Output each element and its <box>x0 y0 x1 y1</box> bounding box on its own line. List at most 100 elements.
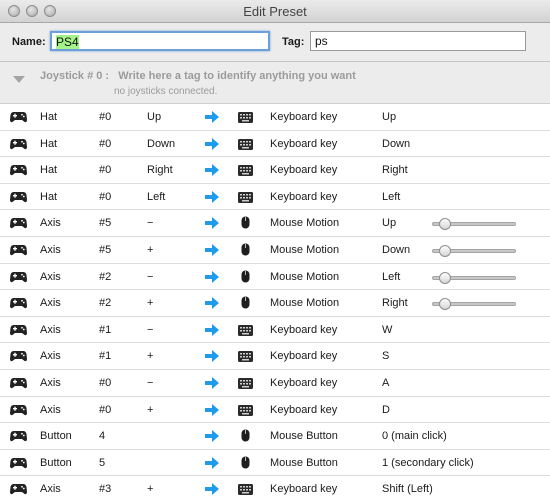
mapping-row[interactable]: Hat #0 Down Keyboard key Down <box>0 130 550 158</box>
mouse-icon <box>241 456 250 472</box>
input-direction: − <box>147 270 154 283</box>
output-type[interactable]: Mouse Motion <box>270 271 339 283</box>
slider-knob[interactable] <box>439 244 451 257</box>
keyboard-icon <box>238 351 253 365</box>
mouse-icon <box>241 429 250 445</box>
gamepad-icon <box>10 457 27 472</box>
arrow-right-icon <box>205 323 219 339</box>
output-type[interactable]: Mouse Motion <box>270 297 339 309</box>
output-type[interactable]: Keyboard key <box>270 404 337 416</box>
output-value[interactable]: Down <box>382 138 410 150</box>
mapping-row[interactable]: Axis #3 + Keyboard key Shift (Left) <box>0 476 550 498</box>
output-type[interactable]: Mouse Motion <box>270 244 339 256</box>
joystick-tag-placeholder[interactable]: Write here a tag to identify anything yo… <box>118 70 356 82</box>
mapping-row[interactable]: Axis #2 + Mouse Motion Right <box>0 290 550 317</box>
input-type: Axis <box>40 483 61 496</box>
output-type[interactable]: Mouse Motion <box>270 217 339 229</box>
speed-slider[interactable] <box>432 298 516 311</box>
speed-slider[interactable] <box>432 271 516 284</box>
slider-knob[interactable] <box>439 298 451 311</box>
disclosure-triangle-icon[interactable] <box>13 76 25 83</box>
input-number: #0 <box>99 164 112 177</box>
input-type: Button <box>40 430 72 443</box>
output-value[interactable]: D <box>382 404 390 416</box>
output-type[interactable]: Mouse Button <box>270 457 338 469</box>
output-type[interactable]: Keyboard key <box>270 350 337 362</box>
output-value[interactable]: Left <box>382 191 400 203</box>
arrow-right-icon <box>205 297 219 312</box>
arrow-right-icon <box>205 403 219 419</box>
name-field[interactable]: PS4 <box>50 31 270 51</box>
output-type[interactable]: Keyboard key <box>270 191 337 203</box>
name-value: PS4 <box>56 35 79 49</box>
mapping-row[interactable]: Axis #1 − Keyboard key W <box>0 316 550 344</box>
mouse-icon <box>241 270 250 286</box>
joystick-status: no joysticks connected. <box>114 86 218 97</box>
input-type: Axis <box>40 297 61 310</box>
mouse-icon <box>241 216 250 232</box>
arrow-right-icon <box>205 164 219 179</box>
keyboard-icon <box>238 138 253 153</box>
mapping-row[interactable]: Axis #5 + Mouse Motion Down <box>0 236 550 264</box>
mapping-row[interactable]: Button 5 Mouse Button 1 (secondary click) <box>0 449 550 477</box>
input-number: #5 <box>99 243 112 256</box>
mapping-row[interactable]: Axis #2 − Mouse Motion Left <box>0 263 550 291</box>
joystick-label: Joystick # 0 : <box>40 70 110 82</box>
mapping-row[interactable]: Button 4 Mouse Button 0 (main click) <box>0 423 550 450</box>
output-type[interactable]: Keyboard key <box>270 483 337 495</box>
input-type: Axis <box>40 270 61 283</box>
mapping-row[interactable]: Axis #0 − Keyboard key A <box>0 369 550 397</box>
output-type[interactable]: Keyboard key <box>270 138 337 150</box>
window-title: Edit Preset <box>243 4 307 19</box>
gamepad-icon <box>10 430 27 445</box>
gamepad-icon <box>10 297 27 312</box>
input-direction: + <box>147 243 154 256</box>
input-number: #0 <box>99 111 112 123</box>
output-value[interactable]: Left <box>382 271 400 283</box>
input-type: Axis <box>40 403 61 416</box>
input-direction: − <box>147 217 154 230</box>
input-direction: Up <box>147 111 162 123</box>
arrow-right-icon <box>205 243 219 259</box>
output-type[interactable]: Keyboard key <box>270 164 337 176</box>
input-number: #0 <box>99 137 112 150</box>
input-type: Button <box>40 456 72 469</box>
mapping-row[interactable]: Hat #0 Left Keyboard key Left <box>0 183 550 211</box>
output-value[interactable]: A <box>382 377 389 389</box>
gamepad-icon <box>10 164 27 179</box>
keyboard-icon <box>238 112 253 126</box>
input-type: Axis <box>40 217 61 230</box>
arrow-right-icon <box>205 137 219 153</box>
speed-slider[interactable] <box>432 218 516 231</box>
output-value[interactable]: Right <box>382 164 408 176</box>
output-value[interactable]: 0 (main click) <box>382 430 447 442</box>
output-value[interactable]: Up <box>382 217 396 229</box>
slider-knob[interactable] <box>439 271 451 284</box>
output-value[interactable]: Shift (Left) <box>382 483 433 495</box>
slider-knob[interactable] <box>439 218 451 231</box>
output-value[interactable]: S <box>382 350 389 362</box>
speed-slider[interactable] <box>432 244 516 257</box>
mapping-row[interactable]: Axis #0 + Keyboard key D <box>0 396 550 424</box>
output-type[interactable]: Keyboard key <box>270 324 337 336</box>
input-number: #2 <box>99 297 112 310</box>
output-type[interactable]: Keyboard key <box>270 111 337 123</box>
gamepad-icon <box>10 111 27 126</box>
output-value[interactable]: 1 (secondary click) <box>382 457 474 469</box>
gamepad-icon <box>10 377 27 392</box>
name-label: Name: <box>12 36 46 48</box>
mapping-row[interactable]: Axis #5 − Mouse Motion Up <box>0 210 550 237</box>
output-value[interactable]: Down <box>382 244 410 256</box>
output-type[interactable]: Mouse Button <box>270 430 338 442</box>
mapping-row[interactable]: Axis #1 + Keyboard key S <box>0 343 550 370</box>
arrow-right-icon <box>205 217 219 232</box>
output-value[interactable]: Up <box>382 111 396 123</box>
tag-field[interactable]: ps <box>310 31 526 51</box>
output-value[interactable]: W <box>382 324 392 336</box>
output-value[interactable]: Right <box>382 297 408 309</box>
mapping-row[interactable]: Hat #0 Right Keyboard key Right <box>0 157 550 184</box>
input-type: Hat <box>40 190 58 203</box>
mapping-row[interactable]: Hat #0 Up Keyboard key Up <box>0 104 550 131</box>
output-type[interactable]: Keyboard key <box>270 377 337 389</box>
preset-form: Name: PS4 Tag: ps <box>0 23 550 62</box>
